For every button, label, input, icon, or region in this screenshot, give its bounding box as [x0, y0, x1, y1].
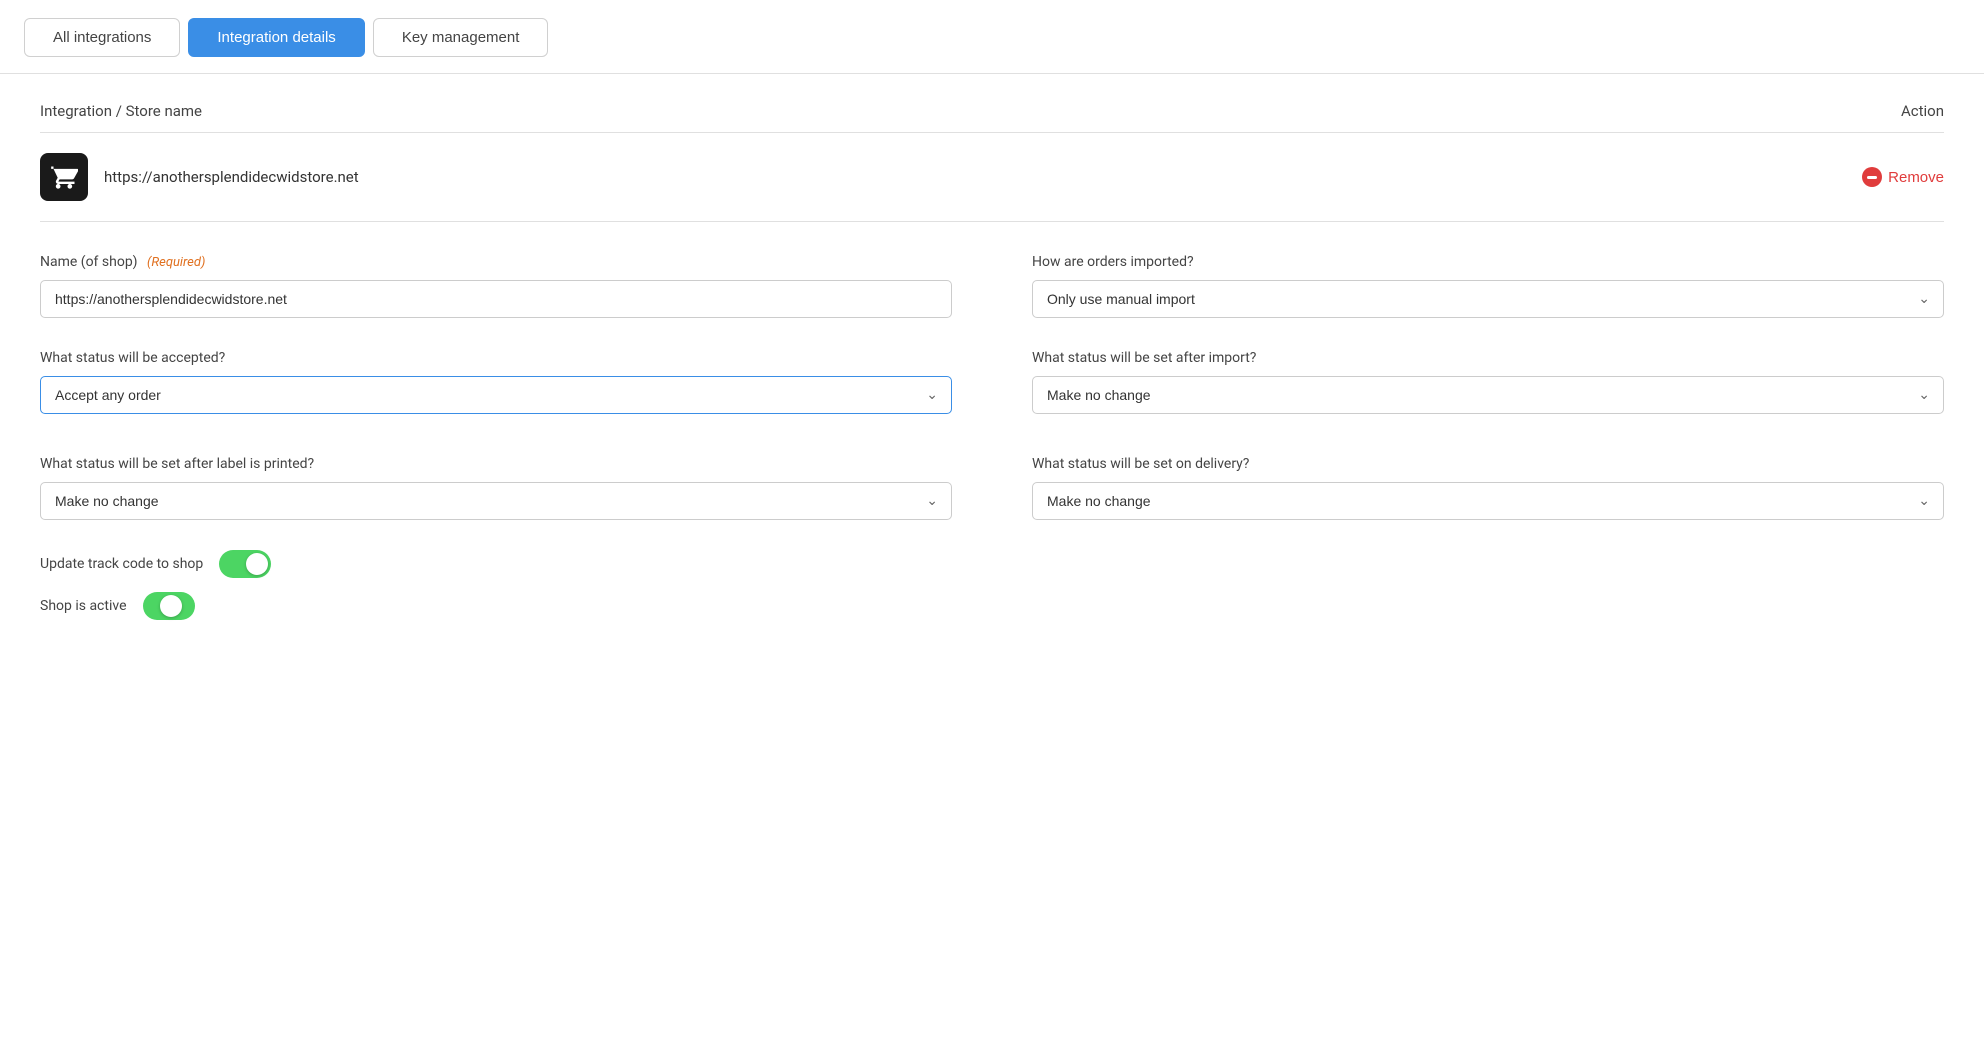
cart-icon	[50, 163, 78, 191]
import-group: How are orders imported? Only use manual…	[1032, 254, 1944, 318]
shop-active-toggle-item: Shop is active	[40, 592, 952, 620]
status-delivery-select-wrapper: Make no change ⌄	[1032, 482, 1944, 520]
track-code-toggle[interactable]	[219, 550, 271, 578]
status-after-import-group: What status will be set after import? Ma…	[1032, 350, 1944, 620]
status-after-import-label: What status will be set after import?	[1032, 350, 1944, 366]
breadcrumb: Integration / Store name	[40, 102, 202, 120]
track-code-toggle-item: Update track code to shop	[40, 550, 952, 578]
status-after-import-select[interactable]: Make no change	[1032, 376, 1944, 414]
name-group: Name (of shop) (Required)	[40, 254, 952, 318]
status-accepted-select[interactable]: Accept any order	[40, 376, 952, 414]
status-after-label-label: What status will be set after label is p…	[40, 456, 952, 472]
shop-active-thumb	[160, 595, 182, 617]
tab-all-integrations[interactable]: All integrations	[24, 18, 180, 57]
remove-icon	[1862, 167, 1882, 187]
header-row: Integration / Store name Action	[40, 74, 1944, 132]
required-badge: (Required)	[147, 255, 205, 270]
main-content: Integration / Store name Action https://…	[0, 74, 1984, 644]
track-code-label: Update track code to shop	[40, 556, 203, 572]
status-accepted-group: What status will be accepted? Accept any…	[40, 350, 952, 620]
status-after-import-select-wrapper: Make no change ⌄	[1032, 376, 1944, 414]
remove-label: Remove	[1888, 169, 1944, 186]
form-grid: Name (of shop) (Required) How are orders…	[40, 254, 1944, 620]
store-row: https://anothersplendidecwidstore.net Re…	[40, 133, 1944, 222]
store-info: https://anothersplendidecwidstore.net	[40, 153, 359, 201]
status-accepted-label: What status will be accepted?	[40, 350, 952, 366]
shop-active-label: Shop is active	[40, 598, 127, 614]
status-after-label-select-wrapper: Make no change ⌄	[40, 482, 952, 520]
name-input[interactable]	[40, 280, 952, 318]
status-delivery-group-inner: What status will be set on delivery? Mak…	[1032, 456, 1944, 520]
toggles-section: Update track code to shop Shop is active	[40, 530, 952, 620]
shop-active-toggle[interactable]	[143, 592, 195, 620]
store-icon	[40, 153, 88, 201]
action-label: Action	[1901, 102, 1944, 120]
tab-key-management[interactable]: Key management	[373, 18, 549, 57]
status-accepted-select-wrapper: Accept any order ⌄	[40, 376, 952, 414]
status-after-label-select[interactable]: Make no change	[40, 482, 952, 520]
import-select[interactable]: Only use manual import	[1032, 280, 1944, 318]
import-select-wrapper: Only use manual import ⌄	[1032, 280, 1944, 318]
status-delivery-label: What status will be set on delivery?	[1032, 456, 1944, 472]
tabs-bar: All integrations Integration details Key…	[0, 0, 1984, 57]
status-label-group-inner: What status will be set after label is p…	[40, 456, 952, 520]
tab-integration-details[interactable]: Integration details	[188, 18, 364, 57]
status-delivery-select[interactable]: Make no change	[1032, 482, 1944, 520]
remove-button[interactable]: Remove	[1862, 167, 1944, 187]
form-section: Name (of shop) (Required) How are orders…	[40, 222, 1944, 644]
store-url: https://anothersplendidecwidstore.net	[104, 168, 359, 186]
name-label: Name (of shop) (Required)	[40, 254, 952, 270]
import-label: How are orders imported?	[1032, 254, 1944, 270]
